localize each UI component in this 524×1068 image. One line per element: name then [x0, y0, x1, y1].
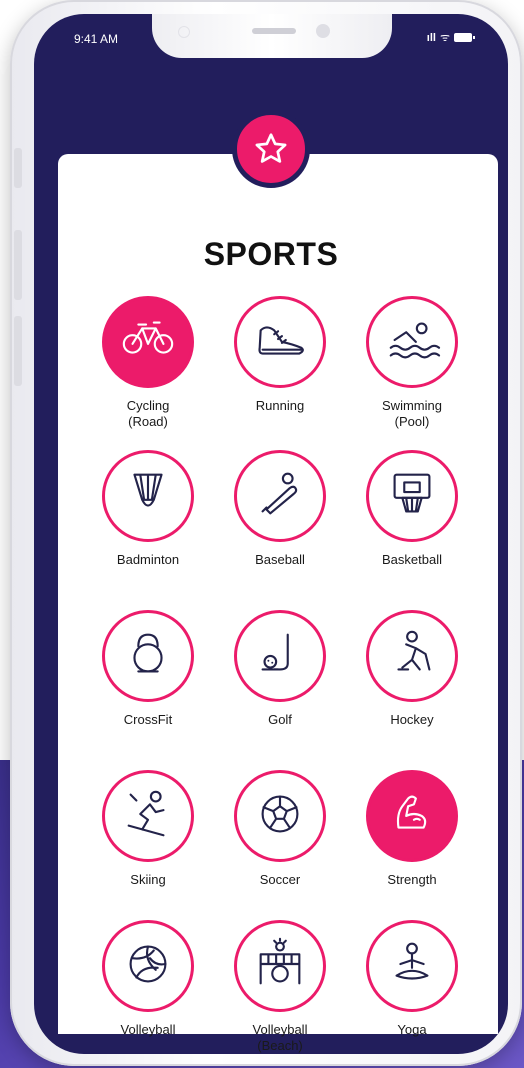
- sport-icon-button[interactable]: [366, 296, 458, 388]
- sport-item[interactable]: CrossFit: [82, 610, 214, 770]
- status-time: 9:41 AM: [74, 32, 119, 46]
- sport-label: Hockey: [390, 712, 434, 727]
- front-camera: [316, 24, 330, 38]
- flexed-arm-icon: [383, 785, 441, 848]
- sport-label: Basketball: [382, 552, 442, 567]
- sport-icon-button[interactable]: [102, 296, 194, 388]
- sport-icon-button[interactable]: [234, 920, 326, 1012]
- running-shoe-icon: [251, 311, 309, 374]
- sport-icon-button[interactable]: [102, 610, 194, 702]
- sport-item[interactable]: Swimming (Pool): [346, 296, 478, 450]
- phone-screen: 9:41 AM ıll ᯤ SPORTS Cycling (Road) Runni…: [34, 14, 508, 1054]
- sport-item[interactable]: Golf: [214, 610, 346, 770]
- shuttlecock-icon: [119, 465, 177, 528]
- basketball-hoop-icon: [383, 465, 441, 528]
- hockey-player-icon: [383, 625, 441, 688]
- sport-label: CrossFit: [123, 712, 173, 727]
- star-icon: [255, 133, 287, 163]
- sport-icon-button[interactable]: [366, 450, 458, 542]
- sport-label: Volleyball (Beach): [252, 1022, 308, 1053]
- soccer-ball-icon: [251, 785, 309, 848]
- sport-item[interactable]: Strength: [346, 770, 478, 920]
- sport-label: Soccer: [259, 872, 301, 887]
- sport-icon-button[interactable]: [102, 770, 194, 862]
- volume-down-button: [14, 316, 22, 386]
- baseball-bat-icon: [251, 465, 309, 528]
- sport-item[interactable]: Volleyball (Beach): [214, 920, 346, 1054]
- volleyball-icon: [119, 935, 177, 998]
- sport-label: Cycling (Road): [126, 398, 170, 429]
- status-icons: ıll ᯤ: [426, 30, 475, 45]
- sport-label: Golf: [268, 712, 292, 727]
- sport-item[interactable]: Yoga: [346, 920, 478, 1054]
- sport-icon-button[interactable]: [234, 296, 326, 388]
- sport-icon-button[interactable]: [234, 770, 326, 862]
- sport-label: Running: [255, 398, 305, 413]
- sport-item[interactable]: Running: [214, 296, 346, 450]
- phone-frame: 9:41 AM ıll ᯤ SPORTS Cycling (Road) Runni…: [10, 0, 522, 1066]
- kettlebell-icon: [119, 625, 177, 688]
- sport-label: Baseball: [255, 552, 305, 567]
- sport-icon-button[interactable]: [234, 450, 326, 542]
- wifi-icon: ᯤ: [439, 32, 450, 44]
- speaker-grille: [252, 28, 296, 34]
- favorites-badge[interactable]: [232, 110, 310, 188]
- sport-item[interactable]: Basketball: [346, 450, 478, 610]
- sport-icon-button[interactable]: [366, 770, 458, 862]
- volume-up-button: [14, 230, 22, 300]
- sport-label: Yoga: [397, 1022, 427, 1037]
- yoga-icon: [383, 935, 441, 998]
- sensor-icon: [178, 26, 190, 38]
- sport-icon-button[interactable]: [366, 920, 458, 1012]
- mute-switch: [14, 148, 22, 188]
- sport-item[interactable]: Baseball: [214, 450, 346, 610]
- sport-icon-button[interactable]: [102, 450, 194, 542]
- battery-icon: [454, 33, 475, 42]
- sport-label: Strength: [387, 872, 437, 887]
- phone-notch: [152, 14, 392, 58]
- swimmer-icon: [383, 311, 441, 374]
- bicycle-icon: [119, 311, 177, 374]
- sport-item[interactable]: Skiing: [82, 770, 214, 920]
- sport-item[interactable]: Soccer: [214, 770, 346, 920]
- sport-label: Skiing: [130, 872, 166, 887]
- sport-label: Volleyball: [120, 1022, 176, 1037]
- sport-icon-button[interactable]: [366, 610, 458, 702]
- sport-icon-button[interactable]: [234, 610, 326, 702]
- sport-icon-button[interactable]: [102, 920, 194, 1012]
- beach-volleyball-icon: [251, 935, 309, 998]
- sport-item[interactable]: Hockey: [346, 610, 478, 770]
- skier-icon: [119, 785, 177, 848]
- sports-grid: Cycling (Road) Running Swimming (Pool) Badm…: [82, 296, 478, 1054]
- page-title: SPORTS: [203, 236, 339, 272]
- sport-item[interactable]: Volleyball: [82, 920, 214, 1054]
- sport-item[interactable]: Badminton: [82, 450, 214, 610]
- sport-label: Swimming (Pool): [382, 398, 442, 429]
- signal-icon: ıll: [426, 31, 436, 44]
- golf-club-icon: [251, 625, 309, 688]
- sport-item[interactable]: Cycling (Road): [82, 296, 214, 450]
- sport-label: Badminton: [116, 552, 180, 567]
